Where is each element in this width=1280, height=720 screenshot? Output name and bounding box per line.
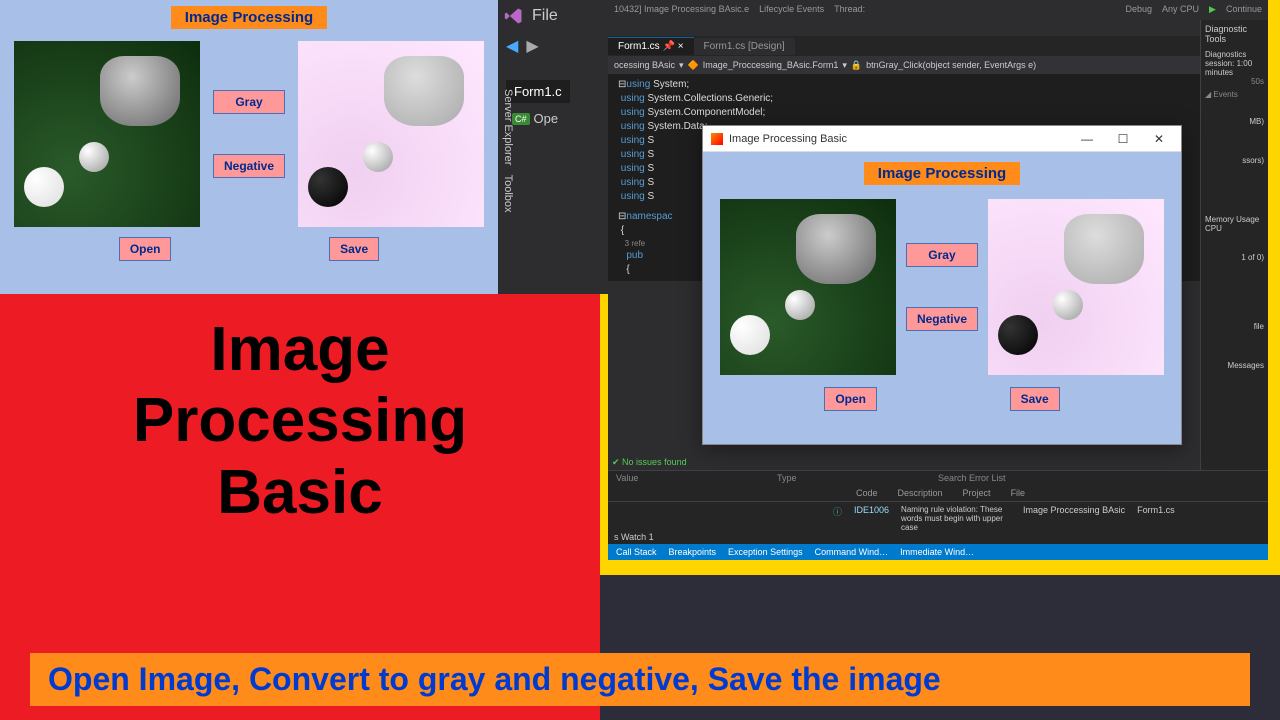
diag-title: Diagnostic Tools bbox=[1205, 24, 1264, 44]
titlebar: Image Processing Basic — ☐ ✕ bbox=[703, 126, 1181, 152]
status-breakpoints[interactable]: Breakpoints bbox=[669, 547, 717, 557]
app-window-left: Image Processing Gray Negative Open Save bbox=[0, 0, 498, 294]
vs-status-bar: Call Stack Breakpoints Exception Setting… bbox=[608, 544, 1268, 560]
diag-mb: MB) bbox=[1205, 117, 1264, 126]
diag-cpu-tab[interactable]: CPU bbox=[1205, 224, 1222, 233]
breadcrumb-method[interactable]: btnGray_Click(object sender, EventArgs e… bbox=[866, 60, 1036, 70]
running-app-window: Image Processing Basic — ☐ ✕ Image Proce… bbox=[702, 125, 1182, 445]
forward-icon[interactable]: ▶ bbox=[526, 36, 538, 56]
col-code: Code bbox=[856, 488, 878, 498]
gray-button[interactable]: Gray bbox=[213, 90, 285, 114]
vs-breadcrumb: ocessing BAsic ▾ 🔶Image_Proccessing_BAsi… bbox=[608, 56, 1268, 74]
vs-menu: File bbox=[498, 0, 608, 32]
status-command[interactable]: Command Wind… bbox=[815, 547, 889, 557]
no-issues-indicator: ✔ No issues found bbox=[612, 457, 687, 468]
status-immediate[interactable]: Immediate Wind… bbox=[900, 547, 974, 557]
result-image-run bbox=[988, 199, 1164, 375]
file-open-row[interactable]: C#Ope bbox=[506, 107, 600, 130]
visual-studio-icon bbox=[504, 6, 524, 26]
file-menu[interactable]: File bbox=[532, 7, 558, 25]
error-desc: Naming rule violation: These words must … bbox=[901, 505, 1011, 532]
source-image-run bbox=[720, 199, 896, 375]
vs-process-label: 10432] Image Processing BAsic.e bbox=[614, 4, 749, 14]
error-row[interactable]: ⓘ IDE1006 Naming rule violation: These w… bbox=[608, 502, 1268, 535]
watch-tab[interactable]: s Watch 1 bbox=[614, 532, 654, 542]
diagnostic-tools-panel: Diagnostic Tools Diagnostics session: 1:… bbox=[1200, 20, 1268, 540]
col-file: File bbox=[1011, 488, 1026, 498]
vs-bottom-panel: Value Type Search Error List Code Descri… bbox=[608, 470, 1268, 560]
vs-platform[interactable]: Any CPU bbox=[1162, 4, 1199, 14]
vs-toolbar: 10432] Image Processing BAsic.e Lifecycl… bbox=[608, 0, 1268, 18]
status-callstack[interactable]: Call Stack bbox=[616, 547, 657, 557]
minimize-button[interactable]: — bbox=[1069, 127, 1105, 151]
app-icon bbox=[711, 133, 723, 145]
result-image bbox=[298, 41, 484, 227]
subtitle-bar: Open Image, Convert to gray and negative… bbox=[30, 653, 1250, 706]
back-icon[interactable]: ◀ bbox=[506, 36, 518, 56]
error-file: Form1.cs bbox=[1137, 505, 1175, 515]
vs-config[interactable]: Debug bbox=[1126, 4, 1153, 14]
close-icon[interactable]: × bbox=[678, 41, 684, 52]
diag-time: 50s bbox=[1205, 77, 1264, 86]
status-exceptions[interactable]: Exception Settings bbox=[728, 547, 803, 557]
vs-lifecycle[interactable]: Lifecycle Events bbox=[759, 4, 824, 14]
tab-form1-design[interactable]: Form1.cs [Design] bbox=[694, 38, 795, 55]
diag-file: file bbox=[1205, 322, 1264, 331]
diag-messages[interactable]: Messages bbox=[1205, 361, 1264, 370]
nav-buttons: ◀ ▶ bbox=[498, 32, 608, 60]
diag-session: Diagnostics session: 1:00 minutes bbox=[1205, 50, 1264, 77]
open-button[interactable]: Open bbox=[119, 237, 172, 261]
app-title: Image Processing bbox=[171, 6, 327, 29]
col-type: Type bbox=[777, 473, 938, 483]
vs-tab-bar: Form1.cs 📌 × Form1.cs [Design] bbox=[608, 36, 1268, 56]
close-button[interactable]: ✕ bbox=[1141, 127, 1177, 151]
col-desc: Description bbox=[898, 488, 943, 498]
app-title-run: Image Processing bbox=[864, 162, 1020, 185]
col-project: Project bbox=[963, 488, 991, 498]
error-code: IDE1006 bbox=[854, 505, 889, 515]
window-title: Image Processing Basic bbox=[729, 133, 847, 145]
vs-thread: Thread: bbox=[834, 4, 865, 14]
diag-ssors: ssors) bbox=[1205, 156, 1264, 165]
open-button-run[interactable]: Open bbox=[824, 387, 877, 411]
title-heading: Image Processing Basic bbox=[30, 314, 570, 528]
pin-icon[interactable]: 📌 bbox=[662, 41, 674, 52]
vs-continue[interactable]: Continue bbox=[1226, 4, 1262, 14]
error-project: Image Proccessing BAsic bbox=[1023, 505, 1125, 515]
breadcrumb-namespace[interactable]: ocessing BAsic bbox=[614, 60, 675, 70]
diag-of: 1 of 0) bbox=[1205, 253, 1264, 262]
diag-memory-tab[interactable]: Memory Usage bbox=[1205, 215, 1259, 224]
diag-events[interactable]: Events bbox=[1213, 90, 1237, 99]
save-button[interactable]: Save bbox=[329, 237, 379, 261]
tab-form1-cs[interactable]: Form1.cs 📌 × bbox=[608, 37, 694, 55]
negative-button-run[interactable]: Negative bbox=[906, 307, 978, 331]
maximize-button[interactable]: ☐ bbox=[1105, 127, 1141, 151]
save-button-run[interactable]: Save bbox=[1010, 387, 1060, 411]
gray-button-run[interactable]: Gray bbox=[906, 243, 978, 267]
subtitle-text: Open Image, Convert to gray and negative… bbox=[48, 661, 941, 697]
breadcrumb-class[interactable]: Image_Proccessing_BAsic.Form1 bbox=[703, 60, 839, 70]
source-image bbox=[14, 41, 200, 227]
vs-toolbar-2 bbox=[608, 18, 1268, 36]
server-explorer-tab[interactable]: Server Explorer Toolbox bbox=[498, 85, 518, 217]
negative-button[interactable]: Negative bbox=[213, 154, 285, 178]
vs-left-strip: File ◀ ▶ Server Explorer Toolbox Form1.c… bbox=[498, 0, 608, 294]
col-value: Value bbox=[616, 473, 777, 483]
search-error-list[interactable]: Search Error List bbox=[938, 473, 1260, 483]
